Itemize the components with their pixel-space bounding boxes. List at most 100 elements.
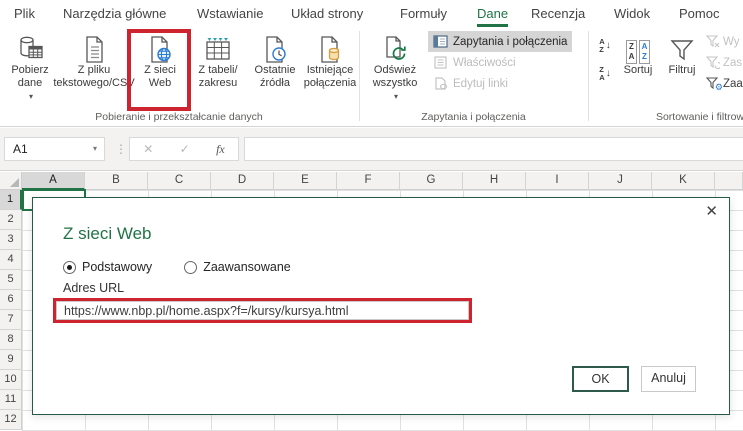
column-header-g[interactable]: G (400, 172, 463, 190)
sort-za-button[interactable]: ZA ↓ (593, 61, 617, 86)
row-header-6[interactable]: 6 (0, 290, 22, 310)
reapply-filter-button[interactable]: Zas (706, 52, 743, 73)
database-table-icon (15, 30, 45, 64)
row-header-10[interactable]: 10 (0, 370, 22, 390)
funnel-icon (668, 30, 696, 64)
radio-advanced-label[interactable]: Zaawansowane (203, 260, 291, 274)
tab-uklad-strony[interactable]: Układ strony (291, 0, 363, 27)
tab-dane[interactable]: Dane (477, 0, 508, 27)
existing-connections-button[interactable]: Istniejące połączenia (302, 30, 358, 110)
group-label-sort-filter: Sortowanie i filtrow (588, 111, 743, 125)
column-header-j[interactable]: J (589, 172, 652, 190)
sort-dialog-icon: ZA AZ (626, 30, 650, 64)
name-box[interactable]: A1 ▾ (4, 137, 105, 161)
refresh-all-button[interactable]: Odśwież wszystko▾ (364, 30, 426, 110)
url-label: Adres URL (63, 281, 124, 295)
funnel-clear-icon (706, 35, 720, 48)
row-header-11[interactable]: 11 (0, 390, 22, 410)
properties-button[interactable]: Właściwości (428, 52, 572, 73)
edit-links-icon (433, 77, 448, 90)
column-header-d[interactable]: D (211, 172, 274, 190)
url-input[interactable] (56, 301, 469, 320)
sort-button[interactable]: ZA AZ Sortuj (617, 30, 659, 110)
arrow-down-icon: ↓ (606, 68, 611, 79)
filter-extra-stack: Wy Zas ⚙ Zaa (706, 31, 743, 94)
row-header-3[interactable]: 3 (0, 230, 22, 250)
queries-connections-stack: Zapytania i połączenia Właściwości Edytu… (428, 31, 572, 94)
sort-az-button[interactable]: AZ ↓ (593, 33, 617, 58)
file-globe-icon (145, 30, 175, 64)
filter-button[interactable]: Filtruj (660, 30, 704, 110)
tab-wstawianie[interactable]: Wstawianie (197, 0, 263, 27)
tab-widok[interactable]: Widok (614, 0, 650, 27)
arrow-down-icon: ↓ (606, 40, 611, 51)
row-header-5[interactable]: 5 (0, 270, 22, 290)
file-clock-icon (260, 30, 290, 64)
select-all-corner[interactable] (0, 172, 22, 190)
ok-button[interactable]: OK (572, 366, 629, 392)
funnel-advanced-icon: ⚙ (706, 77, 720, 90)
tab-narzedzia-glowne[interactable]: Narzędzia główne (63, 0, 166, 27)
group-separator (588, 31, 589, 121)
tab-recenzja[interactable]: Recenzja (531, 0, 585, 27)
tab-pomoc[interactable]: Pomoc (679, 0, 719, 27)
column-header-b[interactable]: B (85, 172, 148, 190)
formula-input[interactable] (244, 137, 743, 161)
column-header-f[interactable]: F (337, 172, 400, 190)
formula-buttons: ✕ ✓ fx (129, 137, 239, 161)
dialog-title: Z sieci Web (63, 224, 152, 244)
column-header-h[interactable]: H (463, 172, 526, 190)
cancel-button[interactable]: Anuluj (641, 366, 696, 392)
row-header-8[interactable]: 8 (0, 330, 22, 350)
column-header-partial[interactable] (715, 172, 743, 190)
group-label-queries: Zapytania i połączenia (359, 111, 588, 125)
pane-icon (433, 35, 448, 48)
row-header-1[interactable]: 1 (0, 190, 22, 210)
group-label-get-transform: Pobieranie i przekształcanie danych (0, 111, 358, 125)
tab-formuly[interactable]: Formuły (400, 0, 447, 27)
gear-icon: ⚙ (715, 82, 723, 93)
row-header-12[interactable]: 12 (0, 410, 22, 430)
advanced-filter-button[interactable]: ⚙ Zaa (706, 73, 743, 94)
mode-radio-group: Podstawowy Zaawansowane (63, 259, 291, 275)
recent-sources-button[interactable]: Ostatnie źródła (248, 30, 302, 110)
column-header-e[interactable]: E (274, 172, 337, 190)
confirm-entry-icon[interactable]: ✓ (180, 142, 190, 156)
edit-links-button[interactable]: Edytuj linki (428, 73, 572, 94)
refresh-icon (380, 30, 410, 64)
radio-basic-label[interactable]: Podstawowy (82, 260, 152, 274)
row-header-7[interactable]: 7 (0, 310, 22, 330)
name-box-dropdown-icon[interactable]: ▾ (93, 138, 97, 160)
close-icon[interactable]: ✕ (705, 202, 718, 220)
row-header-2[interactable]: 2 (0, 210, 22, 230)
dropdown-caret-icon: ▾ (13, 90, 48, 103)
formula-bar-grip-icon: ⋮ (115, 137, 127, 161)
ribbon: Pobierz dane▾ Z pliku tekstowego/CSV (0, 27, 743, 127)
file-text-icon (79, 30, 109, 64)
dropdown-caret-icon: ▾ (375, 90, 418, 103)
insert-function-icon[interactable]: fx (216, 142, 225, 157)
tab-plik[interactable]: Plik (14, 0, 35, 27)
properties-icon (433, 56, 448, 69)
formula-bar: A1 ▾ ⋮ ✕ ✓ fx (0, 128, 743, 171)
excel-window: Plik Narzędzia główne Wstawianie Układ s… (0, 0, 743, 431)
file-database-icon (315, 30, 345, 64)
annotation-red-box-url (53, 298, 472, 323)
radio-basic[interactable] (63, 261, 76, 274)
get-data-button[interactable]: Pobierz dane▾ (2, 30, 58, 110)
column-header-c[interactable]: C (148, 172, 211, 190)
queries-connections-button[interactable]: Zapytania i połączenia (428, 31, 572, 52)
column-header-i[interactable]: I (526, 172, 589, 190)
from-web-button[interactable]: Z sieci Web (132, 30, 188, 110)
row-header-4[interactable]: 4 (0, 250, 22, 270)
column-header-a[interactable]: A (22, 172, 85, 190)
funnel-reapply-icon (706, 56, 720, 69)
from-text-csv-button[interactable]: Z pliku tekstowego/CSV (58, 30, 130, 110)
clear-filter-button[interactable]: Wy (706, 31, 743, 52)
cancel-entry-icon[interactable]: ✕ (143, 142, 153, 156)
radio-advanced[interactable] (184, 261, 197, 274)
table-range-icon (203, 30, 233, 64)
from-table-range-button[interactable]: Z tabeli/ zakresu (190, 30, 246, 110)
row-header-9[interactable]: 9 (0, 350, 22, 370)
column-header-k[interactable]: K (652, 172, 715, 190)
